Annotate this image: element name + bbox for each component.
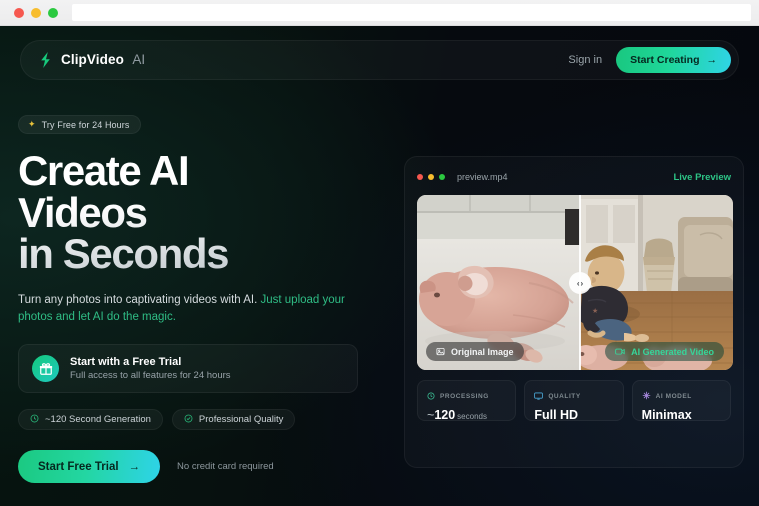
close-window-icon[interactable] [14, 7, 24, 18]
gift-icon [32, 355, 59, 383]
stat-processing: PROCESSING ~120 seconds [417, 380, 517, 422]
preview-traffic-lights [417, 174, 445, 180]
sparkle-icon: ✦ [28, 119, 36, 129]
video-camera-icon [615, 347, 625, 356]
brand-suffix: AI [132, 52, 146, 67]
hero-subtitle-plain: Turn any photos into captivating videos … [18, 293, 261, 306]
original-image: Original Image [417, 195, 580, 370]
arrow-right-icon: → [706, 54, 718, 66]
minimize-window-icon[interactable] [31, 7, 41, 18]
original-image-label: Original Image [451, 346, 514, 357]
brand-name: ClipVideo [61, 52, 124, 67]
headline-line-2: Videos [18, 188, 147, 236]
app-window: ClipVideo AI Sign in Start Creating → ✦ … [0, 0, 759, 506]
clock-icon [427, 387, 435, 405]
stat-ai-model: AI MODEL Minimax [631, 380, 731, 422]
start-free-trial-button[interactable]: Start Free Trial → [18, 450, 161, 484]
sparkle-icon [642, 387, 651, 405]
stat-quality-label: QUALITY [548, 392, 581, 400]
preview-panel-header: preview.mp4 Live Preview [417, 169, 731, 185]
chip-generation-time-label: ~120 Second Generation [45, 414, 151, 426]
before-after-comparison[interactable]: Original Image ★ AI Generated Video ‹ › [417, 195, 733, 370]
preview-close-icon[interactable] [417, 174, 423, 180]
start-creating-button[interactable]: Start Creating → [616, 47, 731, 73]
free-trial-card-subtitle: Full access to all features for 24 hours [70, 370, 231, 382]
browser-chrome [0, 0, 759, 26]
headline-line-3: in Seconds [18, 230, 229, 278]
url-input[interactable] [72, 4, 751, 21]
hero-subtitle: Turn any photos into captivating videos … [18, 292, 348, 327]
stat-processing-value: ~120 seconds [427, 408, 506, 422]
stat-quality-value: Full HD [534, 408, 579, 422]
stat-processing-label: PROCESSING [440, 392, 489, 400]
stat-quality: QUALITY Full HD [524, 380, 624, 422]
free-trial-card[interactable]: Start with a Free Trial Full access to a… [18, 344, 358, 394]
headline-line-1: Create AI [18, 147, 189, 194]
brand-logo[interactable]: ClipVideo AI [39, 51, 145, 69]
chip-quality-label: Professional Quality [198, 414, 284, 426]
no-credit-card-note: No credit card required [177, 461, 274, 473]
chip-quality: Professional Quality [171, 409, 296, 431]
sign-in-link[interactable]: Sign in [568, 54, 602, 66]
comparison-slider-handle[interactable]: ‹ › [569, 272, 591, 294]
preview-minimize-icon[interactable] [428, 174, 434, 180]
arrow-right-icon: → [128, 460, 141, 473]
lightning-bolt-icon [39, 52, 52, 68]
original-image-badge: Original Image [426, 342, 524, 361]
navbar-actions: Sign in Start Creating → [568, 47, 731, 73]
hero-cta-row: Start Free Trial → No credit card requir… [18, 450, 378, 484]
window-traffic-lights [0, 7, 58, 18]
generated-video: ★ AI Generated Video [580, 195, 733, 370]
preview-panel: preview.mp4 Live Preview Original Image … [404, 156, 744, 468]
preview-filename: preview.mp4 [457, 172, 508, 182]
maximize-window-icon[interactable] [48, 7, 58, 18]
svg-text:★: ★ [592, 307, 598, 315]
start-free-trial-label: Start Free Trial [38, 460, 119, 473]
top-navbar: ClipVideo AI Sign in Start Creating → [20, 40, 739, 80]
stat-ai-model-value: Minimax [641, 408, 692, 422]
stat-processing-number: 120 [434, 408, 456, 422]
check-circle-icon [184, 414, 193, 426]
image-icon [436, 347, 445, 356]
chip-generation-time: ~120 Second Generation [18, 409, 163, 431]
generated-video-badge: AI Generated Video [605, 342, 724, 361]
live-preview-label: Live Preview [673, 171, 731, 183]
free-trial-card-title: Start with a Free Trial [70, 356, 182, 369]
stat-ai-model-label: AI MODEL [655, 392, 692, 400]
stat-processing-unit: seconds [457, 412, 487, 421]
page-body: ClipVideo AI Sign in Start Creating → ✦ … [0, 26, 759, 506]
chevron-right-icon: › [580, 278, 584, 288]
chevron-left-icon: ‹ [576, 278, 580, 288]
generated-video-label: AI Generated Video [631, 346, 714, 357]
start-creating-label: Start Creating [630, 54, 700, 66]
page-title: Create AI Videos in Seconds [18, 150, 378, 275]
preview-stats: PROCESSING ~120 seconds QUALITY Full HD … [417, 380, 731, 422]
hero-section: ✦ Try Free for 24 Hours Create AI Videos… [18, 114, 378, 484]
monitor-icon [534, 387, 544, 405]
free-trial-badge-label: Try Free for 24 Hours [41, 119, 130, 130]
free-trial-badge: ✦ Try Free for 24 Hours [18, 115, 142, 134]
preview-maximize-icon[interactable] [439, 174, 445, 180]
clock-icon [30, 414, 39, 426]
feature-chips: ~120 Second Generation Professional Qual… [18, 409, 378, 431]
